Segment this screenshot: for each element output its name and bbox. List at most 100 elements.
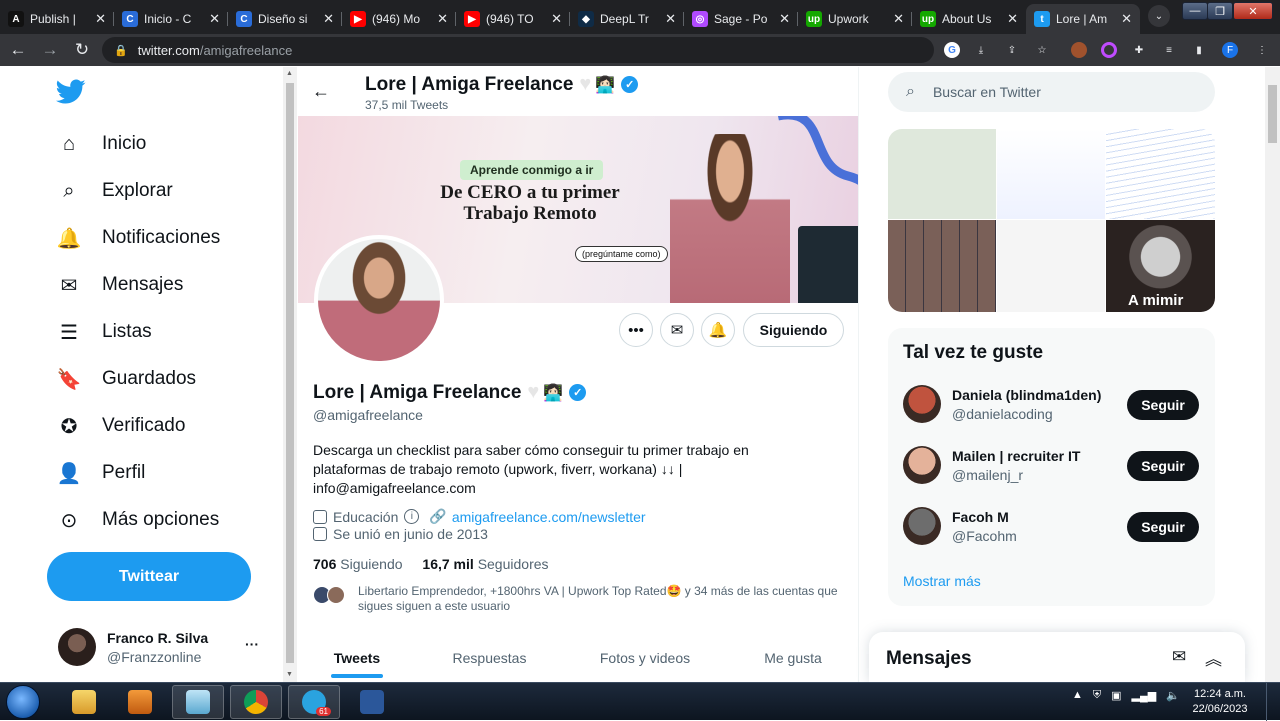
tab-close-icon[interactable]: ✕	[551, 11, 562, 27]
media-thumbnail[interactable]	[888, 220, 996, 312]
forward-icon[interactable]: →	[36, 36, 64, 64]
tab-close-icon[interactable]: ✕	[437, 11, 448, 27]
tray-security-icon[interactable]: ⛨	[1093, 689, 1101, 702]
follow-button[interactable]: Seguir	[1127, 512, 1199, 542]
nav-item-list[interactable]: ☰ Listas	[56, 312, 152, 352]
browser-tab[interactable]: up Upwork ✕	[798, 4, 912, 34]
profile-avatar-icon[interactable]: F	[1222, 42, 1238, 58]
taskbar-clock[interactable]: 12:24 a.m. 22/06/2023	[1190, 687, 1250, 717]
media-thumbnail[interactable]	[888, 129, 996, 219]
browser-tab[interactable]: ▶ (946) Mo ✕	[342, 4, 456, 34]
new-message-icon[interactable]: ✉	[1172, 647, 1186, 667]
maximize-button[interactable]: ❐	[1207, 2, 1233, 20]
main-scrollbar[interactable]: ▲ ▼	[283, 67, 297, 682]
share-icon[interactable]: ⇪	[1004, 42, 1020, 58]
tab-close-icon[interactable]: ✕	[323, 11, 334, 27]
side-panel-icon[interactable]: ▮	[1191, 42, 1207, 58]
taskbar-word[interactable]	[346, 685, 398, 719]
nav-item-mail[interactable]: ✉ Mensajes	[56, 265, 184, 305]
search-input[interactable]: ⌕ Buscar en Twitter	[888, 72, 1215, 112]
profile-tab[interactable]: Tweets	[298, 634, 416, 682]
close-window-button[interactable]: ✕	[1233, 2, 1273, 20]
verified-badge-icon[interactable]: ✓	[621, 76, 639, 93]
followers-link[interactable]: 16,7 mil Seguidores	[422, 556, 548, 572]
browser-tab[interactable]: up About Us ✕	[912, 4, 1026, 34]
message-button[interactable]: ✉	[660, 313, 694, 347]
media-thumbnail[interactable]	[997, 129, 1105, 219]
install-icon[interactable]: ⤓	[973, 42, 989, 58]
tray-device-icon[interactable]: ▣	[1111, 689, 1121, 702]
back-icon[interactable]: ←	[4, 36, 32, 64]
browser-tab[interactable]: t Lore | Am ✕	[1026, 4, 1140, 34]
profile-tab[interactable]: Respuestas	[416, 634, 563, 682]
nav-item-verified[interactable]: ✪ Verificado	[56, 406, 186, 446]
taskbar-notepad[interactable]	[172, 685, 224, 719]
browser-menu-icon[interactable]: ⋮	[1254, 42, 1270, 58]
nav-item-more-circle[interactable]: ⊙ Más opciones	[56, 500, 220, 540]
follow-button[interactable]: Seguir	[1127, 451, 1199, 481]
following-button[interactable]: Siguiendo	[743, 313, 844, 347]
twitter-logo-icon[interactable]	[56, 79, 86, 105]
show-more-link[interactable]: Mostrar más	[903, 573, 981, 589]
google-icon[interactable]: G	[944, 42, 960, 58]
nav-item-bookmark[interactable]: 🔖 Guardados	[56, 359, 196, 399]
tab-close-icon[interactable]: ✕	[95, 11, 106, 27]
taskbar-telegram[interactable]: 61	[288, 685, 340, 719]
suggestion-item[interactable]: Mailen | recruiter IT @mailenj_r Seguir	[903, 446, 1203, 492]
nav-item-person[interactable]: 👤 Perfil	[56, 453, 146, 493]
profile-website-link[interactable]: amigafreelance.com/newsletter	[452, 509, 646, 525]
browser-tab[interactable]: A Publish | ✕	[0, 4, 114, 34]
tab-close-icon[interactable]: ✕	[1121, 11, 1132, 27]
messages-drawer[interactable]: Mensajes ✉ ︽	[869, 632, 1245, 682]
nav-item-search[interactable]: ⌕ Explorar	[56, 171, 172, 211]
network-icon[interactable]: ▂▄▆	[1132, 689, 1157, 702]
address-bar[interactable]: 🔒 twitter.com/amigafreelance	[102, 37, 934, 63]
browser-tab[interactable]: ◎ Sage - Po ✕	[684, 4, 798, 34]
more-options-button[interactable]: •••	[619, 313, 653, 347]
profile-avatar[interactable]	[314, 235, 444, 365]
browser-tab[interactable]: ▶ (946) TO ✕	[456, 4, 570, 34]
browser-tab[interactable]: ◆ DeepL Tr ✕	[570, 4, 684, 34]
suggestion-item[interactable]: Facoh M @Facohm Seguir	[903, 507, 1203, 553]
scrollbar-thumb[interactable]	[1268, 85, 1277, 143]
verified-badge-icon[interactable]: ✓	[569, 384, 587, 401]
taskbar-media-player[interactable]	[114, 685, 166, 719]
media-thumbnail[interactable]	[997, 220, 1105, 312]
account-switcher[interactable]: Franco R. Silva @Franzzonline ···	[58, 628, 268, 668]
extension-ring-icon[interactable]	[1101, 42, 1117, 58]
tab-close-icon[interactable]: ✕	[779, 11, 790, 27]
tab-close-icon[interactable]: ✕	[893, 11, 904, 27]
bookmark-star-icon[interactable]: ☆	[1034, 42, 1050, 58]
taskbar-explorer[interactable]	[58, 685, 110, 719]
browser-tab[interactable]: C Inicio - C ✕	[114, 4, 228, 34]
extensions-puzzle-icon[interactable]: ✚	[1131, 42, 1147, 58]
start-button[interactable]	[6, 685, 40, 719]
reload-icon[interactable]: ↻	[68, 36, 96, 64]
tab-close-icon[interactable]: ✕	[665, 11, 676, 27]
show-desktop-button[interactable]	[1266, 683, 1280, 721]
volume-icon[interactable]: 🔈	[1166, 689, 1180, 702]
nav-item-bell[interactable]: 🔔 Notificaciones	[56, 218, 221, 258]
nav-item-home[interactable]: ⌂ Inicio	[56, 124, 146, 164]
minimize-button[interactable]: —	[1182, 2, 1208, 20]
tab-search-icon[interactable]: ⌄	[1148, 5, 1170, 27]
extension-avatar-icon[interactable]	[1071, 42, 1087, 58]
taskbar-chrome[interactable]	[230, 685, 282, 719]
scroll-up-icon[interactable]: ▲	[286, 70, 293, 77]
page-scrollbar[interactable]	[1265, 67, 1280, 682]
tray-expand-icon[interactable]: ▲	[1072, 689, 1083, 702]
media-thumbnail[interactable]	[1106, 129, 1215, 219]
reading-list-icon[interactable]: ≡	[1161, 42, 1177, 58]
follow-button[interactable]: Seguir	[1127, 390, 1199, 420]
scrollbar-thumb[interactable]	[286, 83, 294, 663]
tweet-button[interactable]: Twittear	[47, 552, 251, 601]
profile-media-grid[interactable]: A mimir	[888, 129, 1215, 312]
tab-close-icon[interactable]: ✕	[209, 11, 220, 27]
profile-tab[interactable]: Me gusta	[727, 634, 858, 682]
back-arrow-icon[interactable]: ←	[312, 81, 330, 102]
following-link[interactable]: 706 Siguiendo	[313, 556, 403, 572]
suggestion-item[interactable]: Daniela (blindma1den) @danielacoding Segui…	[903, 385, 1203, 431]
tab-close-icon[interactable]: ✕	[1007, 11, 1018, 27]
profile-tab[interactable]: Fotos y videos	[563, 634, 727, 682]
notify-button[interactable]: 🔔	[701, 313, 735, 347]
